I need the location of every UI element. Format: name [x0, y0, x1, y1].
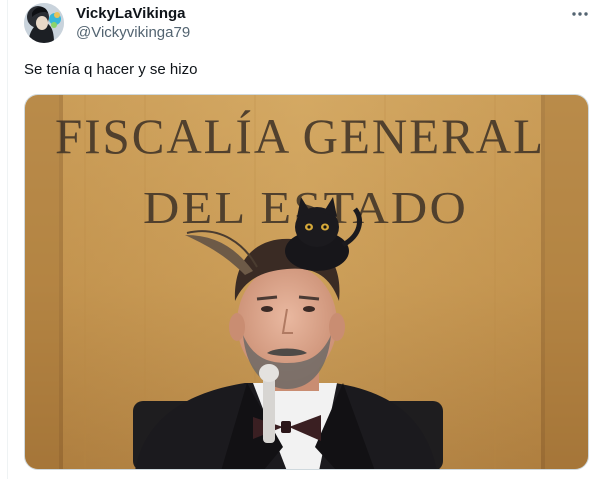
- sign-line-1: FISCALÍA GENERAL: [55, 108, 545, 164]
- author-display-name[interactable]: VickyLaVikinga: [76, 4, 186, 24]
- tweet-media-image[interactable]: FISCALÍA GENERAL DEL ESTADO: [24, 94, 589, 470]
- more-options-button[interactable]: [566, 4, 594, 24]
- media-photo: FISCALÍA GENERAL DEL ESTADO: [25, 95, 588, 469]
- author-handle[interactable]: @Vickyvikinga79: [76, 23, 190, 43]
- avatar-image: [24, 3, 64, 43]
- more-horizontal-icon: [572, 12, 588, 16]
- tweet-card: VickyLaVikinga @Vickyvikinga79 Se tenía …: [0, 0, 606, 479]
- timeline-divider: [7, 0, 8, 479]
- tweet-text: Se tenía q hacer y se hizo: [24, 61, 198, 78]
- avatar[interactable]: [24, 3, 64, 43]
